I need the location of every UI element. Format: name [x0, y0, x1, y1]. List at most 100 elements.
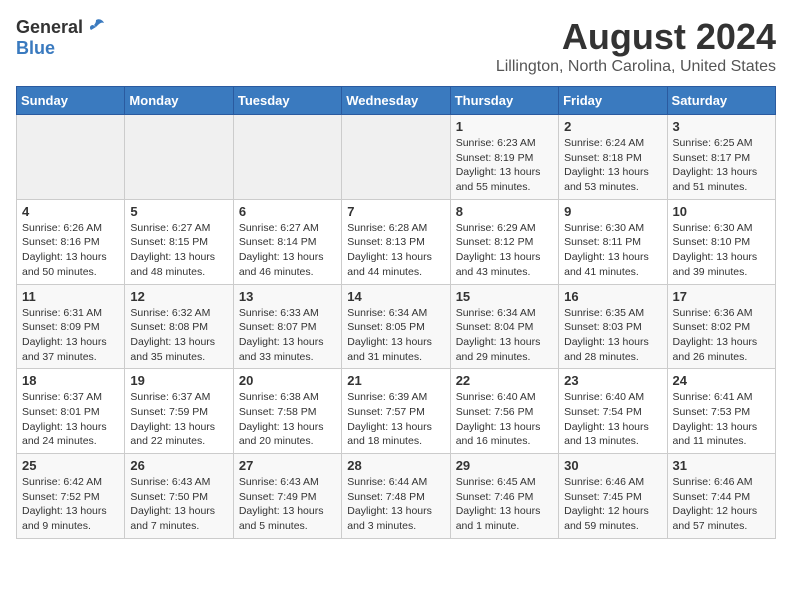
calendar-cell: 23 Sunrise: 6:40 AM Sunset: 7:54 PM Dayli… [559, 369, 667, 454]
calendar-cell: 1Sunrise: 6:23 AM Sunset: 8:19 PM Daylig… [450, 115, 558, 200]
weekday-header: Thursday [450, 87, 558, 115]
calendar-title: August 2024 [496, 16, 776, 58]
calendar-week-row: 18 Sunrise: 6:37 AM Sunset: 8:01 PM Dayli… [17, 369, 776, 454]
calendar-table: SundayMondayTuesdayWednesdayThursdayFrid… [16, 86, 776, 539]
logo-bird-icon [85, 16, 107, 38]
calendar-cell: 24Sunrise: 6:41 AM Sunset: 7:53 PM Dayli… [667, 369, 775, 454]
day-info: Sunrise: 6:32 AM Sunset: 8:08 PM Dayligh… [130, 306, 227, 365]
weekday-header: Sunday [17, 87, 125, 115]
day-info: Sunrise: 6:30 AM Sunset: 8:11 PM Dayligh… [564, 221, 661, 280]
day-info: Sunrise: 6:28 AM Sunset: 8:13 PM Dayligh… [347, 221, 444, 280]
day-info: Sunrise: 6:46 AM Sunset: 7:45 PM Dayligh… [564, 475, 661, 534]
day-number: 20 [239, 373, 336, 388]
calendar-cell [233, 115, 341, 200]
day-info: Sunrise: 6:37 AM Sunset: 7:59 PM Dayligh… [130, 390, 227, 449]
day-number: 28 [347, 458, 444, 473]
calendar-cell: 30 Sunrise: 6:46 AM Sunset: 7:45 PM Dayli… [559, 454, 667, 539]
calendar-cell: 3 Sunrise: 6:25 AM Sunset: 8:17 PM Daylig… [667, 115, 775, 200]
day-number: 8 [456, 204, 553, 219]
day-number: 14 [347, 289, 444, 304]
day-number: 17 [673, 289, 770, 304]
calendar-cell: 6 Sunrise: 6:27 AM Sunset: 8:14 PM Daylig… [233, 199, 341, 284]
calendar-week-row: 11Sunrise: 6:31 AM Sunset: 8:09 PM Dayli… [17, 284, 776, 369]
day-number: 7 [347, 204, 444, 219]
day-number: 5 [130, 204, 227, 219]
day-info: Sunrise: 6:35 AM Sunset: 8:03 PM Dayligh… [564, 306, 661, 365]
calendar-cell: 25 Sunrise: 6:42 AM Sunset: 7:52 PM Dayli… [17, 454, 125, 539]
day-number: 29 [456, 458, 553, 473]
day-info: Sunrise: 6:46 AM Sunset: 7:44 PM Dayligh… [673, 475, 770, 534]
calendar-week-row: 4Sunrise: 6:26 AM Sunset: 8:16 PM Daylig… [17, 199, 776, 284]
day-number: 1 [456, 119, 553, 134]
calendar-cell: 16Sunrise: 6:35 AM Sunset: 8:03 PM Dayli… [559, 284, 667, 369]
calendar-cell: 26 Sunrise: 6:43 AM Sunset: 7:50 PM Dayli… [125, 454, 233, 539]
calendar-cell [342, 115, 450, 200]
weekday-header: Tuesday [233, 87, 341, 115]
day-info: Sunrise: 6:43 AM Sunset: 7:50 PM Dayligh… [130, 475, 227, 534]
day-info: Sunrise: 6:42 AM Sunset: 7:52 PM Dayligh… [22, 475, 119, 534]
day-info: Sunrise: 6:40 AM Sunset: 7:54 PM Dayligh… [564, 390, 661, 449]
day-number: 21 [347, 373, 444, 388]
calendar-cell: 12 Sunrise: 6:32 AM Sunset: 8:08 PM Dayli… [125, 284, 233, 369]
calendar-subtitle: Lillington, North Carolina, United State… [496, 58, 776, 76]
calendar-week-row: 1Sunrise: 6:23 AM Sunset: 8:19 PM Daylig… [17, 115, 776, 200]
calendar-cell: 20 Sunrise: 6:38 AM Sunset: 7:58 PM Dayli… [233, 369, 341, 454]
calendar-cell: 17 Sunrise: 6:36 AM Sunset: 8:02 PM Dayli… [667, 284, 775, 369]
day-info: Sunrise: 6:45 AM Sunset: 7:46 PM Dayligh… [456, 475, 553, 534]
day-info: Sunrise: 6:27 AM Sunset: 8:15 PM Dayligh… [130, 221, 227, 280]
day-info: Sunrise: 6:25 AM Sunset: 8:17 PM Dayligh… [673, 136, 770, 195]
calendar-cell: 31Sunrise: 6:46 AM Sunset: 7:44 PM Dayli… [667, 454, 775, 539]
calendar-cell: 22Sunrise: 6:40 AM Sunset: 7:56 PM Dayli… [450, 369, 558, 454]
title-area: August 2024 Lillington, North Carolina, … [496, 16, 776, 76]
calendar-cell: 5 Sunrise: 6:27 AM Sunset: 8:15 PM Daylig… [125, 199, 233, 284]
calendar-cell: 19 Sunrise: 6:37 AM Sunset: 7:59 PM Dayli… [125, 369, 233, 454]
calendar-cell: 13Sunrise: 6:33 AM Sunset: 8:07 PM Dayli… [233, 284, 341, 369]
day-info: Sunrise: 6:41 AM Sunset: 7:53 PM Dayligh… [673, 390, 770, 449]
day-info: Sunrise: 6:30 AM Sunset: 8:10 PM Dayligh… [673, 221, 770, 280]
calendar-cell: 4Sunrise: 6:26 AM Sunset: 8:16 PM Daylig… [17, 199, 125, 284]
calendar-cell [125, 115, 233, 200]
calendar-cell: 15Sunrise: 6:34 AM Sunset: 8:04 PM Dayli… [450, 284, 558, 369]
logo-blue: Blue [16, 38, 55, 59]
weekday-header: Friday [559, 87, 667, 115]
day-number: 23 [564, 373, 661, 388]
calendar-cell: 28 Sunrise: 6:44 AM Sunset: 7:48 PM Dayli… [342, 454, 450, 539]
day-number: 25 [22, 458, 119, 473]
calendar-cell: 18 Sunrise: 6:37 AM Sunset: 8:01 PM Dayli… [17, 369, 125, 454]
day-number: 30 [564, 458, 661, 473]
calendar-cell: 27Sunrise: 6:43 AM Sunset: 7:49 PM Dayli… [233, 454, 341, 539]
day-number: 15 [456, 289, 553, 304]
header: General Blue August 2024 Lillington, Nor… [16, 16, 776, 76]
day-info: Sunrise: 6:29 AM Sunset: 8:12 PM Dayligh… [456, 221, 553, 280]
calendar-cell: 9 Sunrise: 6:30 AM Sunset: 8:11 PM Daylig… [559, 199, 667, 284]
day-info: Sunrise: 6:38 AM Sunset: 7:58 PM Dayligh… [239, 390, 336, 449]
calendar-cell: 14 Sunrise: 6:34 AM Sunset: 8:05 PM Dayli… [342, 284, 450, 369]
day-number: 19 [130, 373, 227, 388]
day-info: Sunrise: 6:44 AM Sunset: 7:48 PM Dayligh… [347, 475, 444, 534]
calendar-cell: 10 Sunrise: 6:30 AM Sunset: 8:10 PM Dayli… [667, 199, 775, 284]
day-number: 26 [130, 458, 227, 473]
day-number: 10 [673, 204, 770, 219]
weekday-header: Monday [125, 87, 233, 115]
day-number: 3 [673, 119, 770, 134]
weekday-header: Saturday [667, 87, 775, 115]
weekday-header: Wednesday [342, 87, 450, 115]
day-number: 6 [239, 204, 336, 219]
day-number: 11 [22, 289, 119, 304]
calendar-cell: 7 Sunrise: 6:28 AM Sunset: 8:13 PM Daylig… [342, 199, 450, 284]
day-info: Sunrise: 6:24 AM Sunset: 8:18 PM Dayligh… [564, 136, 661, 195]
weekday-header-row: SundayMondayTuesdayWednesdayThursdayFrid… [17, 87, 776, 115]
day-info: Sunrise: 6:27 AM Sunset: 8:14 PM Dayligh… [239, 221, 336, 280]
day-number: 22 [456, 373, 553, 388]
day-number: 18 [22, 373, 119, 388]
day-number: 27 [239, 458, 336, 473]
day-info: Sunrise: 6:34 AM Sunset: 8:05 PM Dayligh… [347, 306, 444, 365]
day-info: Sunrise: 6:37 AM Sunset: 8:01 PM Dayligh… [22, 390, 119, 449]
day-info: Sunrise: 6:36 AM Sunset: 8:02 PM Dayligh… [673, 306, 770, 365]
day-number: 9 [564, 204, 661, 219]
day-number: 12 [130, 289, 227, 304]
logo: General Blue [16, 16, 107, 59]
calendar-cell: 29 Sunrise: 6:45 AM Sunset: 7:46 PM Dayli… [450, 454, 558, 539]
calendar-week-row: 25 Sunrise: 6:42 AM Sunset: 7:52 PM Dayli… [17, 454, 776, 539]
day-info: Sunrise: 6:39 AM Sunset: 7:57 PM Dayligh… [347, 390, 444, 449]
